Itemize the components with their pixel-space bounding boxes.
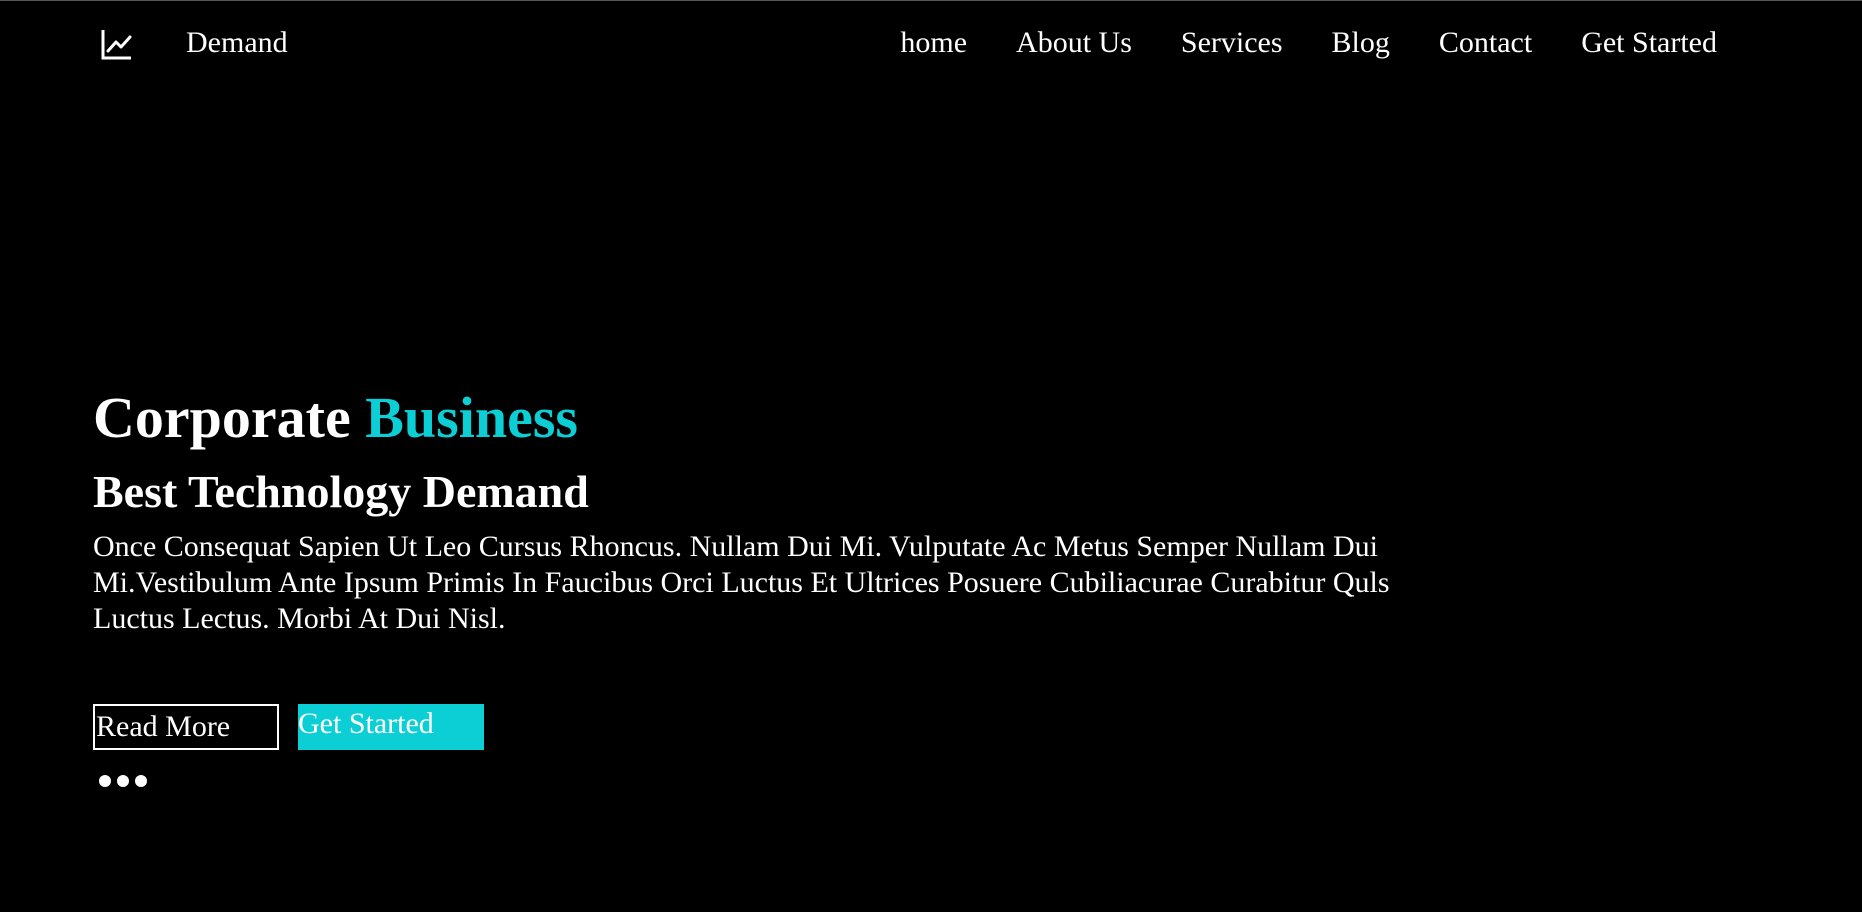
hero-section: Corporate Business Best Technology Deman…: [93, 385, 1413, 637]
slider-dot-2[interactable]: [117, 775, 129, 787]
read-more-button[interactable]: Read More: [93, 704, 279, 750]
nav-about-us[interactable]: About Us: [1016, 25, 1132, 61]
brand-link[interactable]: Demand: [186, 25, 288, 61]
line-chart-icon[interactable]: [100, 27, 134, 61]
hero-buttons: Read More Get Started: [93, 704, 484, 750]
navbar: Demand home About Us Services Blog Conta…: [0, 1, 1862, 89]
get-started-button[interactable]: Get Started: [298, 704, 484, 750]
nav-home[interactable]: home: [900, 25, 967, 61]
nav-contact[interactable]: Contact: [1439, 25, 1532, 61]
hero-title: Corporate Business: [93, 385, 1413, 451]
hero-subtitle: Best Technology Demand: [93, 466, 589, 517]
nav-services[interactable]: Services: [1181, 25, 1283, 61]
slider-dots: [99, 775, 147, 787]
hero-title-plain: Corporate: [93, 385, 351, 450]
nav-get-started[interactable]: Get Started: [1581, 25, 1717, 61]
hero-description: Once Consequat Sapien Ut Leo Cursus Rhon…: [93, 530, 1390, 635]
slider-dot-3[interactable]: [135, 775, 147, 787]
slider-dot-1[interactable]: [99, 775, 111, 787]
main-nav: home About Us Services Blog Contact Get …: [900, 25, 1717, 61]
page: Demand home About Us Services Blog Conta…: [0, 0, 1862, 912]
nav-blog[interactable]: Blog: [1332, 25, 1390, 61]
hero-title-accent: Business: [365, 385, 578, 450]
